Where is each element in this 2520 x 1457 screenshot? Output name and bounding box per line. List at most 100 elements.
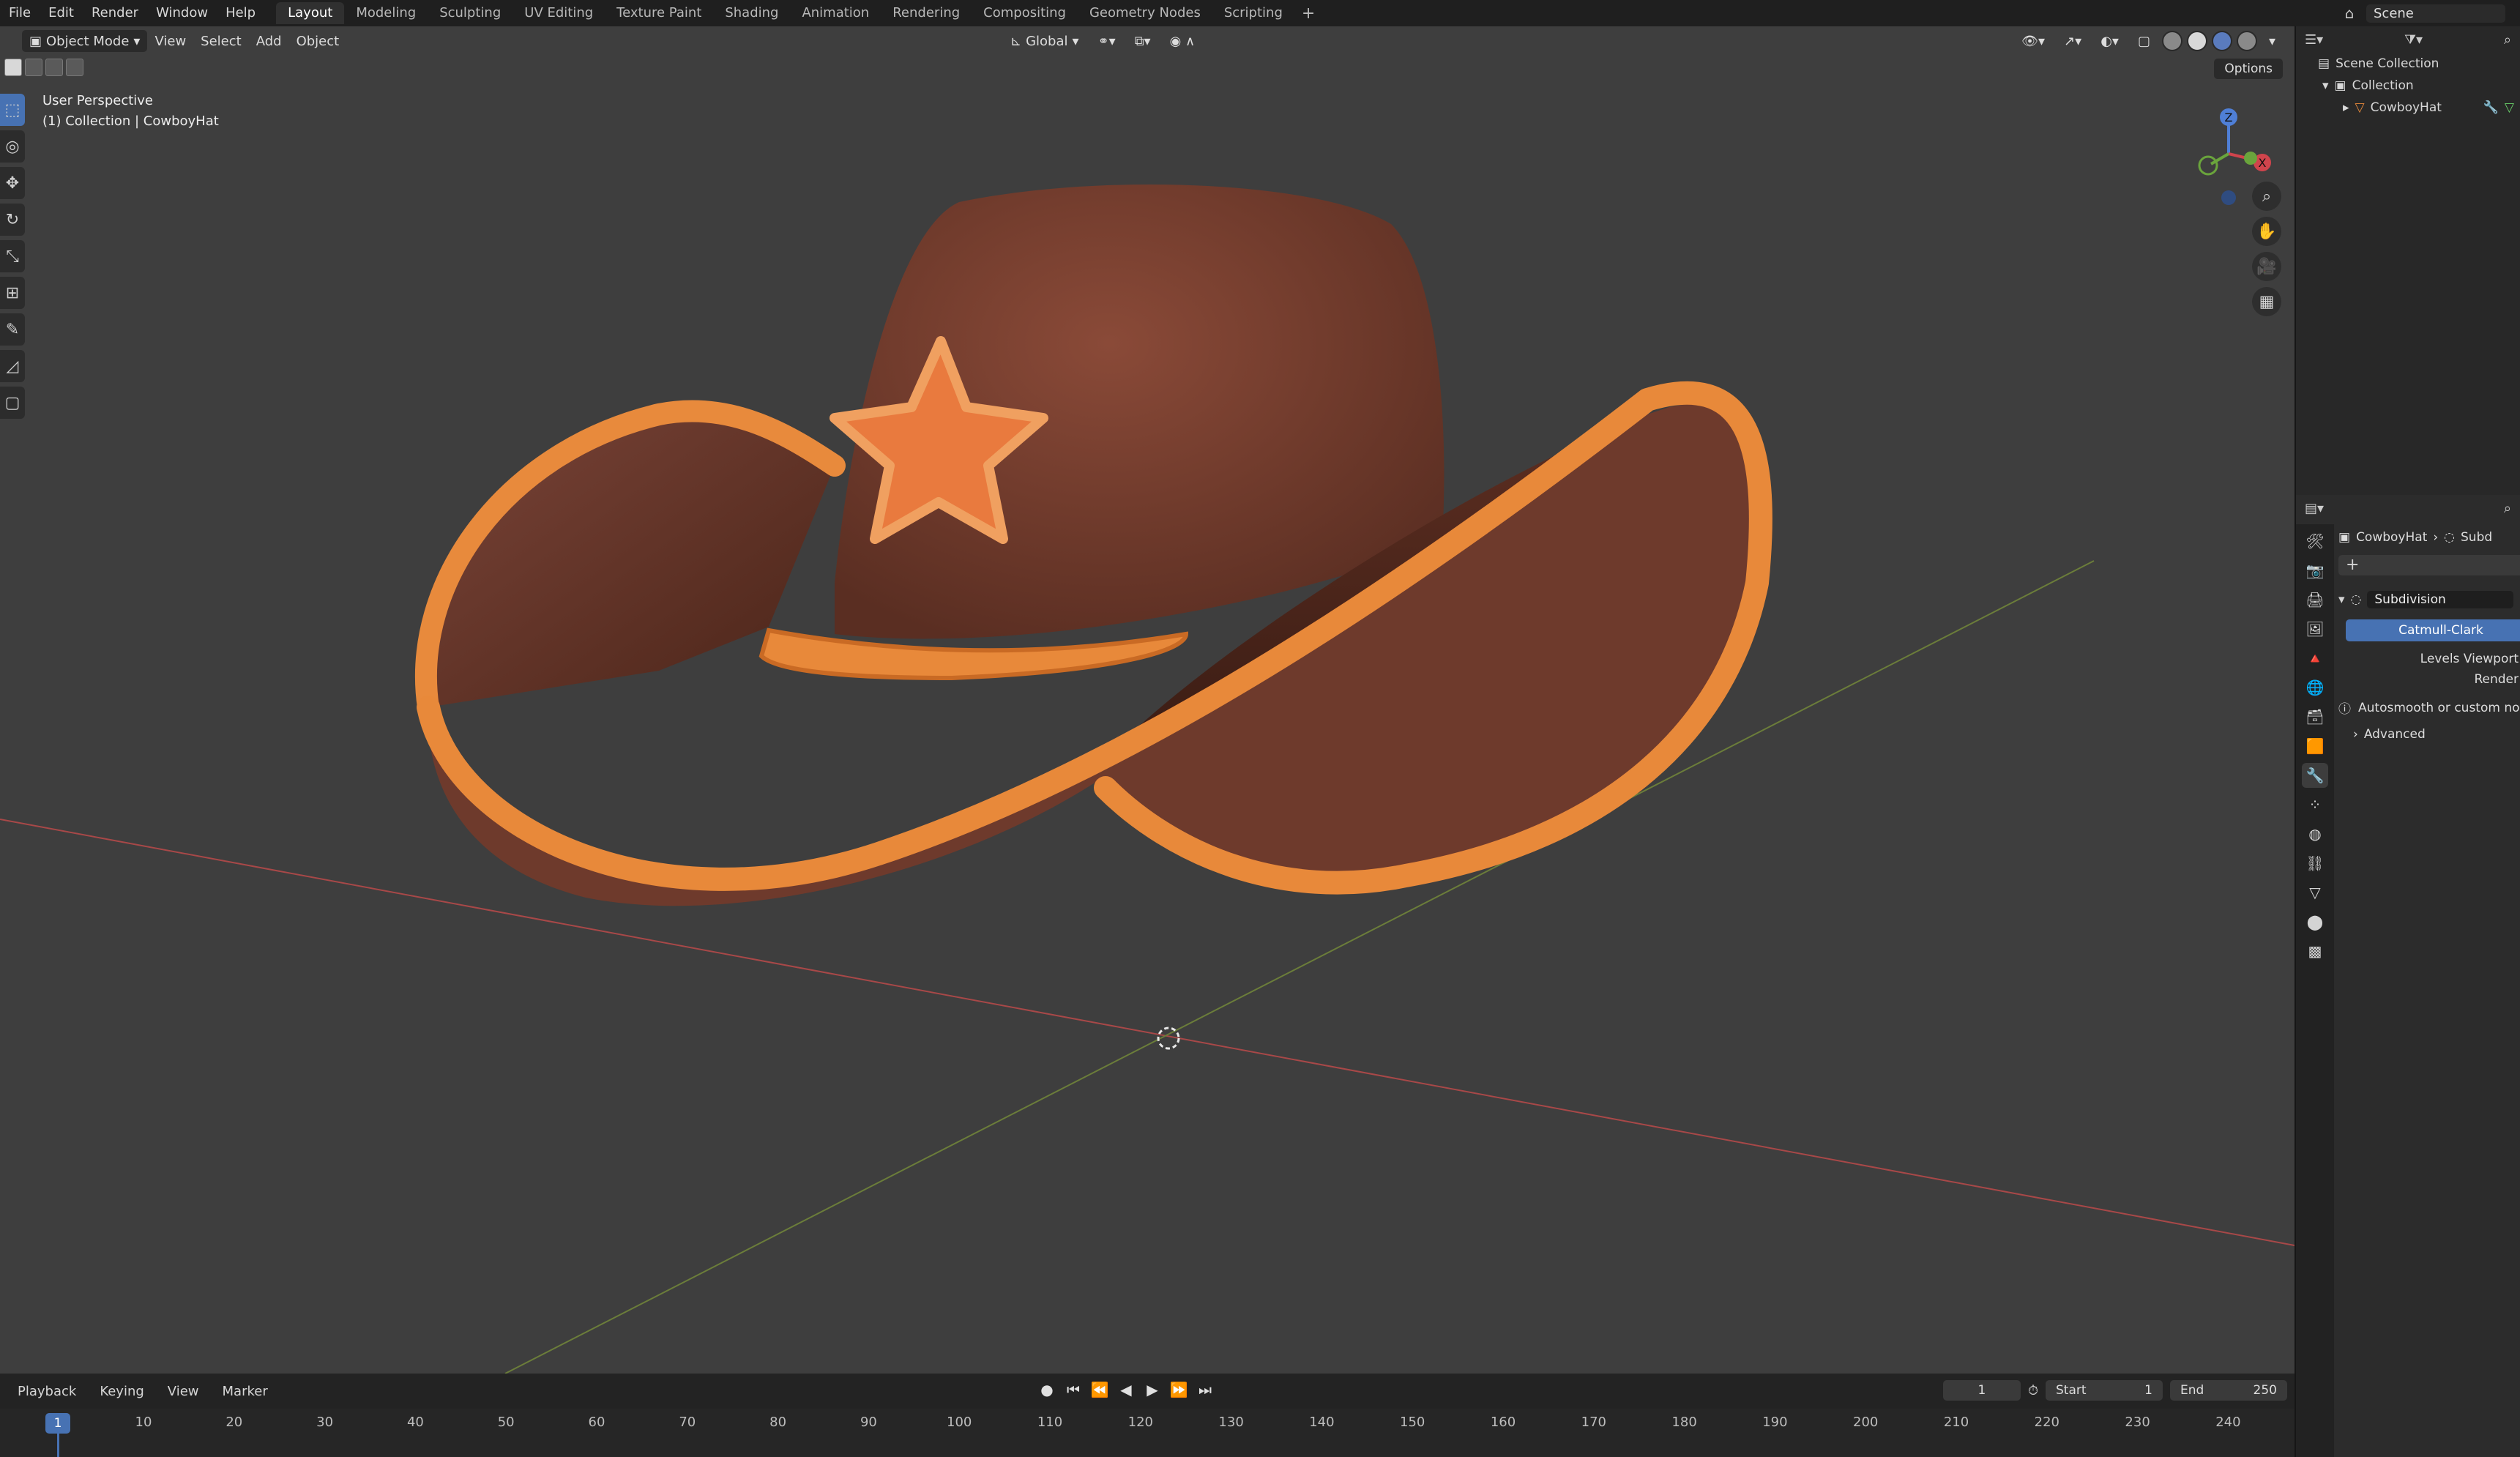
playhead[interactable] [57,1434,59,1457]
clock-icon[interactable]: ⏱ [2028,1383,2038,1398]
menu-keying[interactable]: Keying [89,1384,154,1399]
pivot-icon[interactable]: ⚭▾ [1091,30,1123,52]
prev-keyframe-icon[interactable]: ⏪ [1089,1379,1110,1400]
object-tab-icon[interactable]: 🟧 [2302,734,2328,759]
tab-uv-editing[interactable]: UV Editing [512,2,605,24]
outliner-object-cowboyhat[interactable]: ▸ ▽ CowboyHat 🔧 ▽ [2296,97,2520,119]
transform-icon[interactable]: ⊞ [0,277,25,309]
advanced-section[interactable]: › Advanced [2353,727,2520,742]
mode-selector[interactable]: ▣ Object Mode ▾ [22,30,148,52]
3d-viewport[interactable]: ▣ Object Mode ▾ View Select Add Object ⊾… [0,26,2295,1374]
select-subtract-icon[interactable] [45,59,63,76]
select-extend-icon[interactable] [25,59,42,76]
visibility-icon[interactable]: 👁▾ [2014,30,2052,52]
menu-view[interactable]: View [147,30,193,52]
current-frame-field[interactable]: 1 [1942,1380,2021,1401]
add-cube-icon[interactable]: ▢ [0,387,25,419]
menu-object[interactable]: Object [289,30,347,52]
add-workspace-icon[interactable]: + [1294,4,1322,23]
proportional-edit-icon[interactable]: ◉ ∧ [1163,30,1203,52]
current-frame-marker[interactable]: 1 [45,1413,70,1434]
orientation-selector[interactable]: ⊾ Global ▾ [1003,30,1086,52]
render-tab-icon[interactable]: 📷 [2302,558,2328,583]
properties-search-icon[interactable]: ⌕ [2504,501,2511,516]
tool-tab-icon[interactable]: 🛠 [2302,529,2328,554]
world-tab-icon[interactable]: 🌐 [2302,675,2328,700]
end-frame-field[interactable]: End 250 [2170,1380,2287,1401]
texture-tab-icon[interactable]: ▩ [2302,939,2328,964]
scale-icon[interactable]: ⤡ [0,240,25,272]
menu-add[interactable]: Add [249,30,289,52]
view-layer-tab-icon[interactable]: 🖼 [2302,616,2328,641]
tab-shading[interactable]: Shading [713,2,790,24]
editor-type-icon[interactable]: ☰▾ [2305,32,2323,48]
modifier-name-field[interactable]: Subdivision [2367,591,2514,608]
menu-render[interactable]: Render [83,0,147,26]
solid-shading-button[interactable] [2186,31,2207,51]
filter-icon[interactable]: ⧩▾ [2404,32,2423,48]
menu-playback[interactable]: Playback [7,1384,86,1399]
rendered-shading-button[interactable] [2236,31,2257,51]
move-icon[interactable]: ✥ [0,167,25,199]
modifier-wrench-icon[interactable]: 🔧 [2483,100,2499,115]
menu-marker[interactable]: Marker [212,1384,278,1399]
mesh-data-icon[interactable]: ▽ [2505,100,2520,115]
add-modifier-button[interactable]: + [2338,555,2520,575]
tab-layout[interactable]: Layout [276,2,345,24]
select-box-icon[interactable]: ⬚ [0,94,25,126]
overlay-toggle-icon[interactable]: ◐▾ [2093,30,2126,52]
tab-rendering[interactable]: Rendering [881,2,972,24]
rotate-icon[interactable]: ↻ [0,204,25,236]
menu-timeline-view[interactable]: View [157,1384,209,1399]
camera-icon[interactable]: 🎥 [2252,252,2281,281]
jump-end-icon[interactable]: ⏭ [1195,1379,1215,1400]
tab-modeling[interactable]: Modeling [344,2,428,24]
jump-start-icon[interactable]: ⏮ [1063,1379,1084,1400]
scene-icon[interactable]: ⌂ [2338,4,2360,22]
options-button[interactable]: Options [2214,59,2283,79]
measure-icon[interactable]: ◿ [0,350,25,382]
select-new-icon[interactable] [4,59,22,76]
perspective-grid-icon[interactable]: ▦ [2252,287,2281,316]
modifier-tab-icon[interactable]: 🔧 [2302,763,2328,788]
tab-compositing[interactable]: Compositing [972,2,1078,24]
snap-icon[interactable]: ⧉▾ [1127,30,1158,52]
physics-tab-icon[interactable]: ◍ [2302,821,2328,846]
start-frame-field[interactable]: Start 1 [2046,1380,2163,1401]
material-tab-icon[interactable]: ⬤ [2302,909,2328,934]
next-keyframe-icon[interactable]: ⏩ [1168,1379,1189,1400]
constraints-tab-icon[interactable]: ⛓ [2302,851,2328,876]
tab-animation[interactable]: Animation [790,2,881,24]
properties-editor-type-icon[interactable]: ▤▾ [2305,501,2324,516]
outliner-collection[interactable]: ▾ ▣ Collection [2296,75,2520,97]
menu-window[interactable]: Window [147,0,217,26]
frame-ruler[interactable]: 1 10 20 30 40 50 60 70 80 90 100 110 120 130 140 150 16… [0,1409,2331,1457]
menu-edit[interactable]: Edit [40,0,83,26]
tab-scripting[interactable]: Scripting [1212,2,1294,24]
data-tab-icon[interactable]: ▽ [2302,880,2328,905]
tab-geometry-nodes[interactable]: Geometry Nodes [1078,2,1212,24]
search-icon[interactable]: ⌕ [2504,32,2511,48]
scene-tab-icon[interactable]: 🔺 [2302,646,2328,671]
menu-file[interactable]: File [0,0,40,26]
play-icon[interactable]: ▶ [1142,1379,1163,1400]
gizmo-toggle-icon[interactable]: ↗▾ [2057,30,2089,52]
menu-select[interactable]: Select [193,30,249,52]
shading-options-icon[interactable]: ▾ [2262,30,2283,52]
pan-hand-icon[interactable]: ✋ [2252,217,2281,246]
particles-tab-icon[interactable]: ⁘ [2302,792,2328,817]
xray-icon[interactable]: ▢ [2131,30,2158,52]
zoom-icon[interactable]: ⌕ [2252,182,2281,211]
outliner-scene-collection[interactable]: ▤ Scene Collection [2296,53,2520,75]
tab-sculpting[interactable]: Sculpting [428,2,512,24]
menu-help[interactable]: Help [217,0,264,26]
material-preview-button[interactable] [2211,31,2232,51]
collection-tab-icon[interactable]: 🗃 [2302,704,2328,729]
record-icon[interactable]: ● [1037,1379,1057,1400]
collapse-arrow-icon[interactable]: ▾ [2322,78,2329,93]
select-intersect-icon[interactable] [66,59,83,76]
annotate-icon[interactable]: ✎ [0,313,25,346]
play-reverse-icon[interactable]: ◀ [1116,1379,1136,1400]
output-tab-icon[interactable]: 🖨 [2302,587,2328,612]
collapse-arrow-icon[interactable]: ▾ [2338,592,2345,607]
